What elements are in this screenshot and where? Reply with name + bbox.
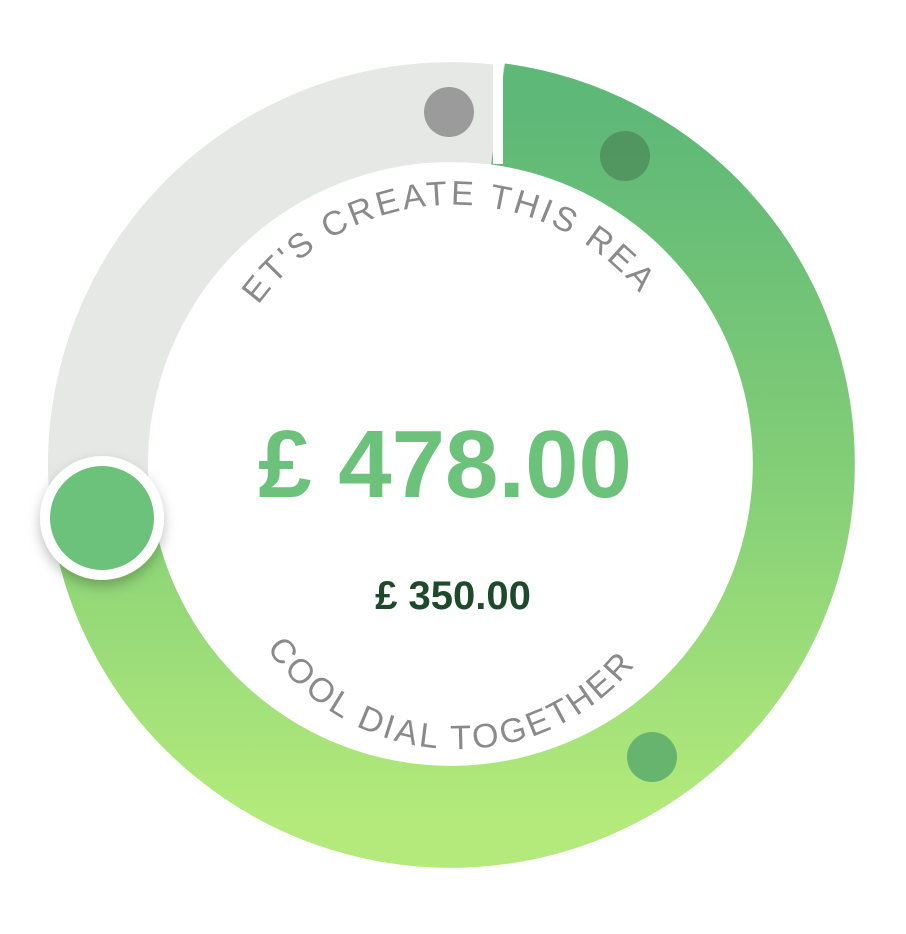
- marker-dot-icon[interactable]: [627, 732, 677, 782]
- marker-dot-icon[interactable]: [424, 87, 474, 137]
- target-amount: £ 350.00: [375, 574, 531, 618]
- marker-dot-icon[interactable]: [600, 131, 650, 181]
- current-amount: £ 478.00: [258, 411, 632, 518]
- dial-widget[interactable]: LET'S CREATE THIS REAL COOL DIAL TOGETHE…: [0, 0, 906, 934]
